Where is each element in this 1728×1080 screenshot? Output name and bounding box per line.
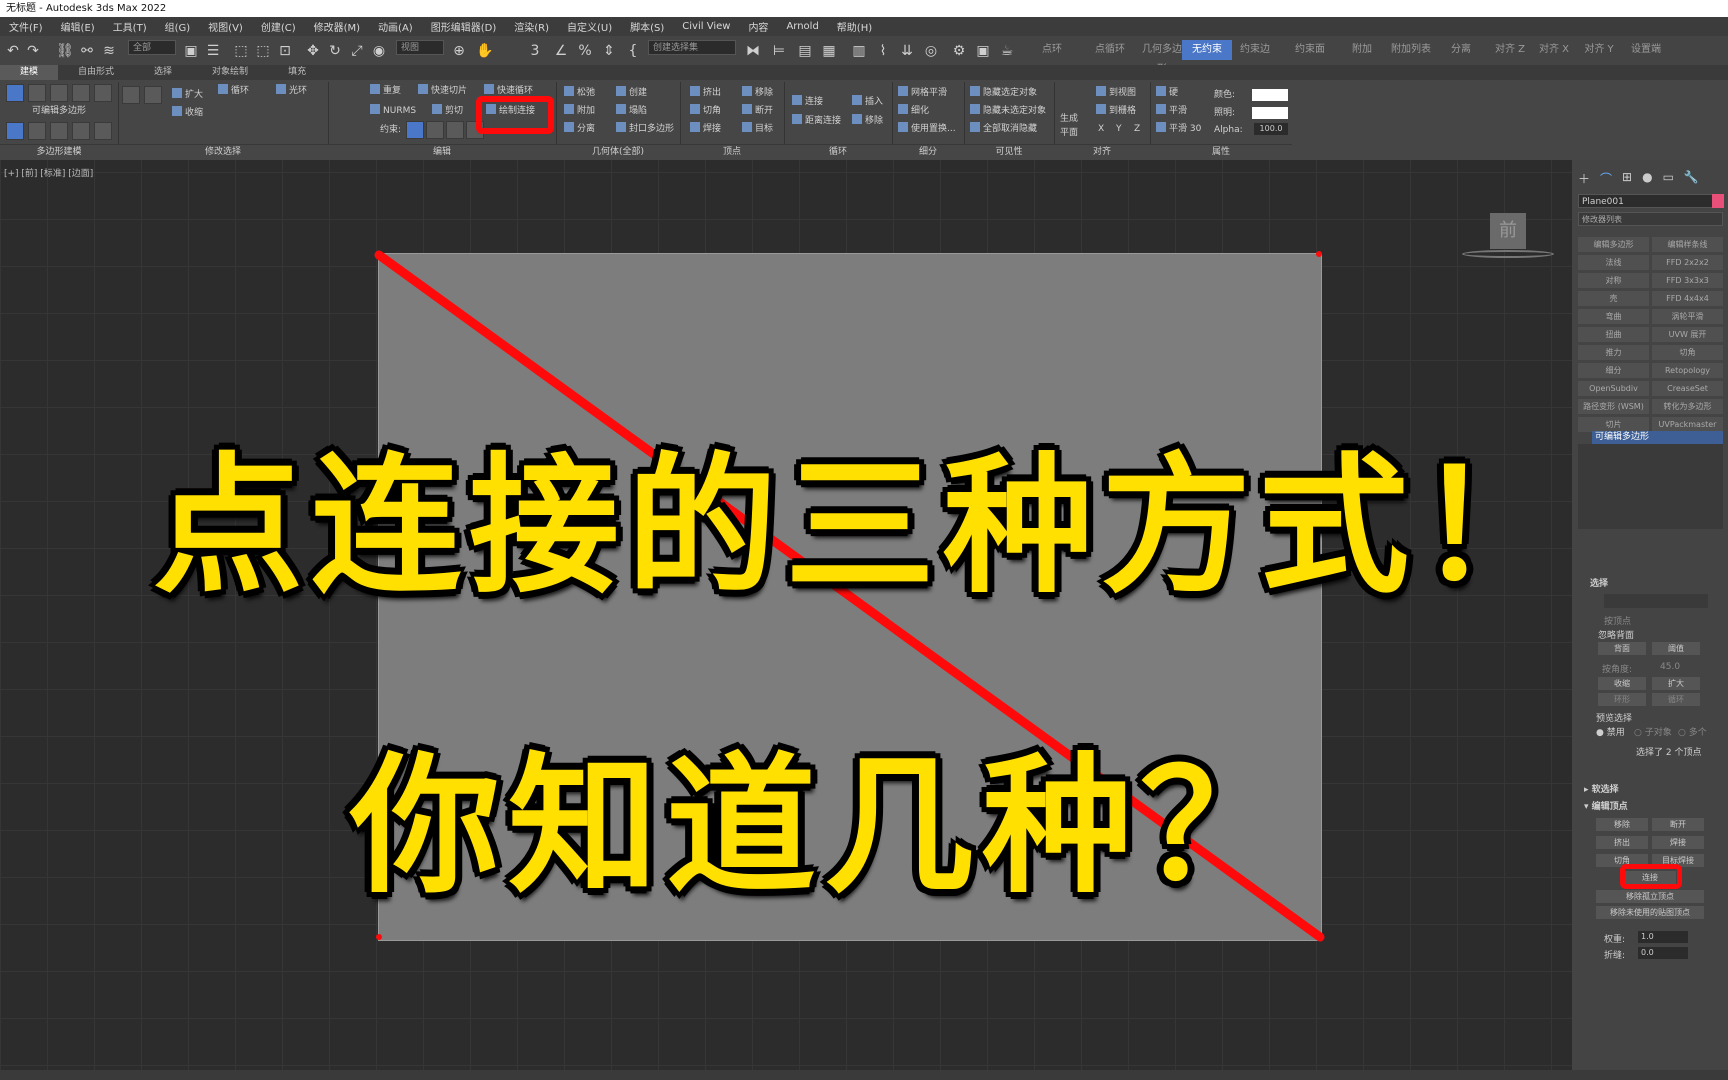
context-tab-11[interactable]: 对齐 Y — [1578, 40, 1620, 60]
modifier-button-17[interactable]: CreaseSet — [1652, 381, 1723, 396]
vertex-top-right[interactable] — [1316, 251, 1322, 257]
modifier-button-2[interactable]: 法线 — [1578, 255, 1649, 270]
modifier-button-3[interactable]: FFD 2x2x2 — [1652, 255, 1723, 270]
modifier-button-5[interactable]: FFD 3x3x3 — [1652, 273, 1723, 288]
by-angle-label: 按角度: — [1602, 665, 1633, 675]
viewcube[interactable]: 前 — [1490, 213, 1526, 249]
preview-selection-label: 预览选择 — [1596, 714, 1633, 724]
modifier-button-1[interactable]: 编辑样条线 — [1652, 237, 1723, 252]
modifier-button-20[interactable]: 切片 — [1578, 417, 1649, 432]
threshold-button[interactable]: 阈值 — [1652, 642, 1700, 655]
weld-vertex-button[interactable]: 焊接 — [1652, 836, 1704, 849]
modifier-button-12[interactable]: 推力 — [1578, 345, 1649, 360]
rollout-selection-title[interactable]: 选择 — [1590, 576, 1608, 589]
modifier-button-13[interactable]: 切角 — [1652, 345, 1723, 360]
crease-label: 折缝: — [1604, 951, 1626, 961]
ignore-backfacing-checkbox[interactable]: 忽略背面 — [1598, 628, 1634, 641]
break-vertex-button[interactable]: 断开 — [1652, 818, 1704, 831]
modifier-button-16[interactable]: OpenSubdiv — [1578, 381, 1649, 396]
display-tab-icon[interactable]: ▭ — [1663, 170, 1674, 186]
subobject-mode-icons[interactable] — [1604, 594, 1708, 608]
modifier-button-21[interactable]: UVPackmaster — [1652, 417, 1723, 432]
modifier-stack-item[interactable]: 可编辑多边形 — [1592, 431, 1723, 444]
modifier-button-11[interactable]: UVW 展开 — [1652, 327, 1723, 342]
grow-button-cp[interactable]: 扩大 — [1652, 677, 1700, 690]
weight-spinner[interactable]: 1.0 — [1638, 931, 1688, 943]
angle-spinner[interactable]: 45.0 — [1660, 662, 1680, 672]
remove-isolated-vertices-button[interactable]: 移除孤立顶点 — [1596, 890, 1704, 903]
vertex-bottom-left[interactable] — [376, 934, 382, 940]
weight-label: 权重: — [1604, 935, 1626, 945]
viewcube-ring[interactable] — [1462, 250, 1554, 258]
extrude-vertex-button[interactable]: 挤出 — [1596, 836, 1648, 849]
modifier-button-18[interactable]: 路径变形 (WSM) — [1578, 399, 1649, 414]
ring-button-cp[interactable]: 环形 — [1598, 693, 1646, 706]
status-bar — [0, 1070, 1728, 1080]
object-name-field[interactable]: Plane001 — [1578, 194, 1716, 208]
hierarchy-tab-icon[interactable]: ⊞ — [1622, 170, 1632, 186]
crease-spinner[interactable]: 0.0 — [1638, 947, 1688, 959]
object-color-swatch[interactable] — [1712, 194, 1724, 208]
loop-button-cp[interactable]: 循环 — [1652, 693, 1700, 706]
modifier-buttons: 编辑多边形 编辑样条线 法线 FFD 2x2x2 对称 FFD 3x3x3 壳 FFD 4x4… — [1578, 237, 1723, 432]
motion-tab-icon[interactable]: ● — [1642, 170, 1652, 186]
modifier-button-15[interactable]: Retopology — [1652, 363, 1723, 378]
modify-tab-icon[interactable]: ⌒ — [1600, 170, 1612, 186]
modifier-stack[interactable] — [1578, 444, 1723, 529]
highlight-connect-button — [1620, 864, 1682, 889]
headline-line-1: 点连接的三种方式！ — [152, 440, 1575, 614]
preview-multi-radio[interactable]: ○ 多个 — [1678, 725, 1707, 738]
command-panel-tabs: ＋ ⌒ ⊞ ● ▭ 🔧 — [1578, 170, 1718, 186]
shrink-button-cp[interactable]: 收缩 — [1598, 677, 1646, 690]
modifier-button-10[interactable]: 扭曲 — [1578, 327, 1649, 342]
remove-vertex-button[interactable]: 移除 — [1596, 818, 1648, 831]
headline-line-2: 你知道几种？ — [349, 740, 1298, 914]
create-tab-icon[interactable]: ＋ — [1578, 170, 1590, 186]
remove-unused-map-verts-button[interactable]: 移除未使用的贴图顶点 — [1596, 906, 1704, 919]
modifier-button-19[interactable]: 转化为多边形 — [1652, 399, 1723, 414]
selection-status: 选择了 2 个顶点 — [1636, 748, 1702, 758]
rollout-edit-vertices[interactable]: ▾ 编辑顶点 — [1584, 799, 1628, 812]
modifier-button-9[interactable]: 涡轮平滑 — [1652, 309, 1723, 324]
modifier-button-6[interactable]: 壳 — [1578, 291, 1649, 306]
back-button[interactable]: 背面 — [1598, 642, 1646, 655]
utilities-tab-icon[interactable]: 🔧 — [1684, 170, 1699, 186]
modifier-button-14[interactable]: 细分 — [1578, 363, 1649, 378]
rollout-soft-selection[interactable]: ▸ 软选择 — [1584, 782, 1619, 795]
modifier-button-4[interactable]: 对称 — [1578, 273, 1649, 288]
modifier-button-7[interactable]: FFD 4x4x4 — [1652, 291, 1723, 306]
preview-disabled-radio[interactable]: ● 禁用 — [1596, 725, 1625, 738]
modifier-button-0[interactable]: 编辑多边形 — [1578, 237, 1649, 252]
context-tab-12[interactable]: 设置端 — [1624, 40, 1668, 60]
modifier-button-8[interactable]: 弯曲 — [1578, 309, 1649, 324]
modifier-list-dropdown[interactable]: 修改器列表 — [1578, 212, 1723, 226]
preview-subobject-radio[interactable]: ○ 子对象 — [1634, 725, 1672, 738]
by-vertex-checkbox[interactable]: 按顶点 — [1604, 614, 1631, 627]
